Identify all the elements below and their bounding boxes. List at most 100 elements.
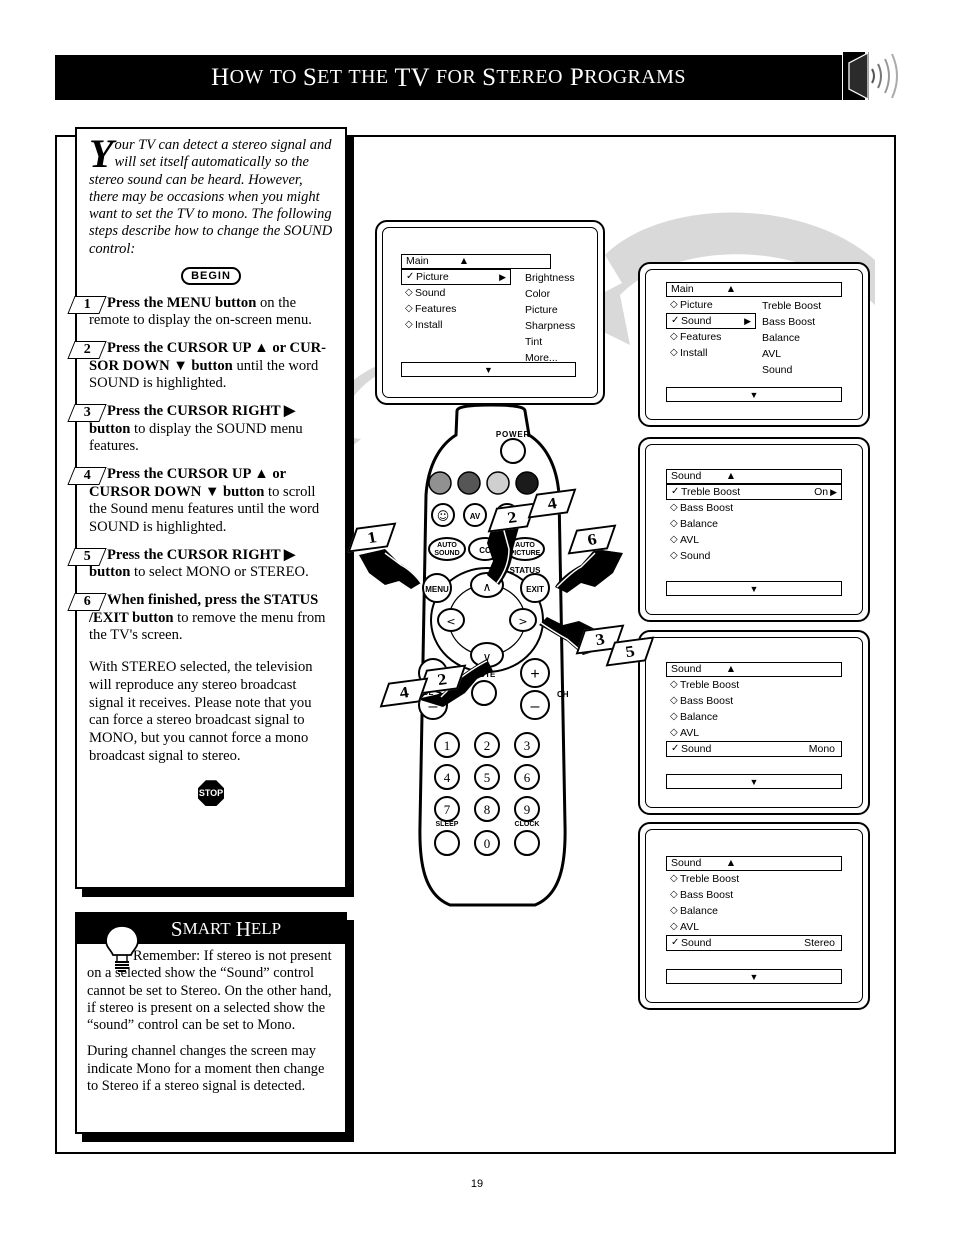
tv5-row-avl[interactable]: ◇ AVL: [666, 919, 842, 935]
tv2-submenu-item-3[interactable]: AVL: [762, 346, 821, 362]
step-6-number-label: 6: [83, 593, 91, 609]
tv2-row-picture-mark: ◇: [670, 299, 678, 310]
tv3-row-balance[interactable]: ◇ Balance: [666, 516, 842, 532]
tv5-row-sound-value: Stereo: [804, 936, 835, 949]
tv4-row-balance-mark: ◇: [670, 711, 678, 722]
tv2-submenu-item-1[interactable]: Bass Boost: [762, 314, 821, 330]
stop-badge-wrap: STOP: [89, 780, 333, 807]
tv2-row-picture[interactable]: ◇ Picture: [666, 297, 756, 313]
step-4-number-label: 4: [83, 467, 91, 483]
tv3-menu-title-row: Sound ▲: [666, 469, 842, 484]
tv5-row-bass-boost-mark: ◇: [670, 889, 678, 900]
tv2-row-install[interactable]: ◇ Install: [666, 345, 756, 361]
step-3-body: Press the CURSOR RIGHT ▶ button to displ…: [89, 403, 333, 456]
tv3-row-treble-boost[interactable]: ✓ Treble Boost On ▶: [666, 484, 842, 500]
tv1-row-features[interactable]: ◇ Features: [401, 301, 511, 317]
tv4-menu-title: Sound: [671, 663, 702, 676]
tv5-row-avl-label: AVL: [680, 920, 700, 933]
svg-text:0: 0: [484, 836, 491, 851]
tv5-menu-title-row: Sound ▲: [666, 856, 842, 871]
tv1-scroll-down-row[interactable]: ▼: [401, 362, 576, 377]
tv4-row-balance[interactable]: ◇ Balance: [666, 709, 842, 725]
intro-paragraph: Your TV can detect a stereo signal and w…: [89, 134, 333, 258]
tv2-row-install-mark: ◇: [670, 347, 678, 358]
svg-text:–: –: [531, 698, 540, 715]
step-2-body: Press the CURSOR UP ▲ or CUR-SOR DOWN ▼ …: [89, 340, 333, 393]
tv1-row-features-mark: ◇: [405, 303, 413, 314]
step-6: 6 When finished, press the STATUS /EXIT …: [67, 592, 333, 645]
lightbulb-icon: [99, 917, 145, 972]
tv3-row-treble-boost-label: Treble Boost: [681, 485, 741, 498]
svg-text:<: <: [446, 615, 455, 628]
begin-badge: BEGIN: [181, 266, 241, 285]
step-6-body: When finished, press the STATUS /EXIT bu…: [89, 592, 333, 645]
tv5-row-sound-label: Sound: [681, 936, 712, 949]
tv1-submenu: Brightness Color Picture Sharpness Tint …: [525, 270, 575, 366]
tv1-submenu-item-4[interactable]: Tint: [525, 334, 575, 350]
tv5-row-bass-boost[interactable]: ◇ Bass Boost: [666, 887, 842, 903]
step-5-body: Press the CURSOR RIGHT ▶ button to selec…: [89, 547, 333, 582]
tv1-row-sound-mark: ◇: [405, 287, 413, 298]
tv2-scroll-down-row[interactable]: ▼: [666, 387, 842, 402]
callout-5-label: 5: [623, 641, 637, 661]
tv4-row-sound[interactable]: ✓ Sound Mono: [666, 741, 842, 757]
tv1-row-sound[interactable]: ◇ Sound: [401, 285, 511, 301]
tv3-row-avl[interactable]: ◇ AVL: [666, 532, 842, 548]
tv2-submenu-item-0[interactable]: Treble Boost: [762, 298, 821, 314]
smart-help-panel: S MART H ELP Remember: If stereo is not pr…: [75, 912, 347, 1134]
tv5-row-sound[interactable]: ✓ Sound Stereo: [666, 935, 842, 951]
tv1-row-install-mark: ◇: [405, 319, 413, 330]
step-3-number-label: 3: [83, 404, 91, 420]
tv2-row-features-label: Features: [680, 330, 722, 343]
tv1-submenu-item-2[interactable]: Picture: [525, 302, 575, 318]
tv1-row-picture[interactable]: ✓ Picture ▶: [401, 269, 511, 285]
tv2-menu-title: Main: [671, 283, 694, 296]
tv-screen-sound-stereo: Sound ▲ ◇ Treble Boost ◇ Bass Boost ◇ Ba…: [638, 822, 870, 1010]
tv1-submenu-item-0[interactable]: Brightness: [525, 270, 575, 286]
tv3-row-avl-mark: ◇: [670, 534, 678, 545]
tv5-menu-title: Sound: [671, 857, 702, 870]
tv2-submenu-item-4[interactable]: Sound: [762, 362, 821, 378]
svg-text:9: 9: [524, 802, 531, 817]
tv4-scroll-down-row[interactable]: ▼: [666, 774, 842, 789]
tv4-row-avl[interactable]: ◇ AVL: [666, 725, 842, 741]
tv5-row-balance-mark: ◇: [670, 905, 678, 916]
tv-screen-sound-treble: Sound ▲ ✓ Treble Boost On ▶ ◇ Bass Boost…: [638, 437, 870, 622]
step-4-lead: Press the CURSOR UP ▲ or CURSOR DOWN ▼ b…: [89, 466, 286, 500]
tv1-submenu-item-1[interactable]: Color: [525, 286, 575, 302]
tv2-row-features[interactable]: ◇ Features: [666, 329, 756, 345]
callout-2-top-label: 2: [505, 507, 519, 527]
tv5-scroll-down-row[interactable]: ▼: [666, 969, 842, 984]
tv3-row-sound[interactable]: ◇ Sound: [666, 548, 842, 564]
tv4-row-bass-boost[interactable]: ◇ Bass Boost: [666, 693, 842, 709]
tv3-scroll-down-row[interactable]: ▼: [666, 581, 842, 596]
tv1-submenu-item-3[interactable]: Sharpness: [525, 318, 575, 334]
tv5-row-balance-label: Balance: [680, 904, 718, 917]
callout-4-bottom-label: 4: [397, 682, 411, 702]
tv1-row-install[interactable]: ◇ Install: [401, 317, 511, 333]
tv2-row-sound[interactable]: ✓ Sound ▶: [666, 313, 756, 329]
step-1: 1 Press the MENU button on the remote to…: [67, 295, 333, 330]
tv1-scroll-up-icon: ▲: [458, 255, 470, 268]
tv5-row-sound-mark: ✓: [671, 937, 680, 948]
speaker-sound-icon: [843, 52, 898, 100]
tv4-scroll-up-icon: ▲: [725, 663, 737, 676]
step-3: 3 Press the CURSOR RIGHT ▶ button to dis…: [67, 403, 333, 456]
tv4-row-bass-boost-label: Bass Boost: [680, 694, 734, 707]
step-2: 2 Press the CURSOR UP ▲ or CUR-SOR DOWN …: [67, 340, 333, 393]
tv2-submenu-item-2[interactable]: Balance: [762, 330, 821, 346]
page-title: H OW TO S ET THE TV FOR S TEREO P ROGRAMS: [211, 62, 686, 92]
tv3-row-treble-boost-mark: ✓: [671, 486, 680, 497]
tv3-row-bass-boost[interactable]: ◇ Bass Boost: [666, 500, 842, 516]
tv4-row-treble-boost[interactable]: ◇ Treble Boost: [666, 677, 842, 693]
svg-text:2: 2: [484, 738, 491, 753]
tv5-row-balance[interactable]: ◇ Balance: [666, 903, 842, 919]
tv5-row-avl-mark: ◇: [670, 921, 678, 932]
callout-2-bottom-label: 2: [435, 669, 449, 689]
svg-text:5: 5: [484, 770, 491, 785]
tv4-row-sound-value: Mono: [808, 742, 835, 755]
tv3-row-avl-label: AVL: [680, 533, 700, 546]
tv2-row-sound-arrow: ▶: [744, 315, 751, 326]
tv5-row-treble-boost[interactable]: ◇ Treble Boost: [666, 871, 842, 887]
tv4-row-sound-mark: ✓: [671, 743, 680, 754]
